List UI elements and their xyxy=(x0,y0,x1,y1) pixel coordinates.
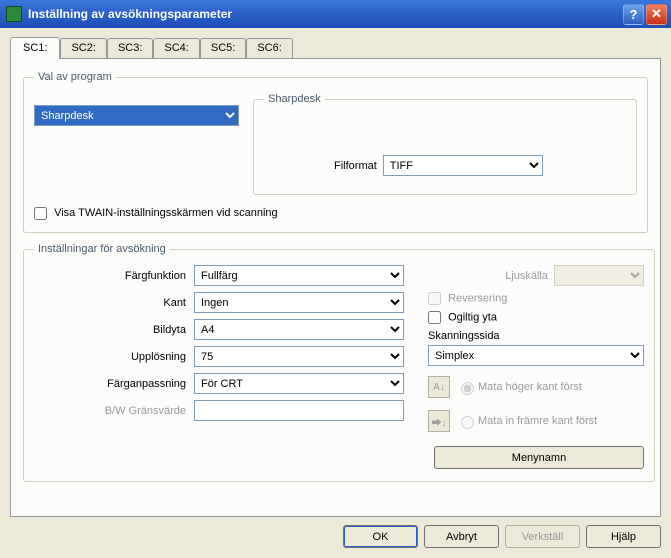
tab-strip: SC1: SC2: SC3: SC4: SC5: SC6: xyxy=(10,36,661,58)
twain-checkbox-label[interactable]: Visa TWAIN-inställningsskärmen vid scann… xyxy=(34,207,278,219)
edge-select[interactable]: Ingen xyxy=(194,292,404,313)
tab-sc4[interactable]: SC4: xyxy=(153,38,199,58)
bw-threshold-input xyxy=(194,400,404,421)
title-bar: Inställning av avsökningsparameter ? ✕ xyxy=(0,0,671,28)
resolution-label: Upplösning xyxy=(34,351,194,363)
scanpage-select[interactable]: Simplex xyxy=(428,345,644,366)
feed-right-label: Mata höger kant först xyxy=(478,381,582,393)
edge-label: Kant xyxy=(34,297,194,309)
area-label: Bildyta xyxy=(34,324,194,336)
reverse-checkbox xyxy=(428,292,441,305)
app-icon xyxy=(6,6,22,22)
tab-sc1[interactable]: SC1: xyxy=(10,37,60,59)
invalid-area-checkbox-label[interactable]: Ogiltig yta xyxy=(428,311,497,324)
apply-button: Verkställ xyxy=(505,525,580,548)
feed-front-radio xyxy=(461,416,474,429)
program-select[interactable]: Sharpdesk xyxy=(34,105,239,126)
tab-panel: Val av program Sharpdesk Sharpdesk Filfo… xyxy=(10,58,661,517)
scan-settings-legend: Inställningar för avsökning xyxy=(34,243,170,255)
area-select[interactable]: A4 xyxy=(194,319,404,340)
program-group: Val av program Sharpdesk Sharpdesk Filfo… xyxy=(23,71,648,233)
color-select[interactable]: Fullfärg xyxy=(194,265,404,286)
twain-checkbox[interactable] xyxy=(34,207,47,220)
colormatch-label: Färganpassning xyxy=(34,378,194,390)
help-button-bottom[interactable]: Hjälp xyxy=(586,525,661,548)
help-button[interactable]: ? xyxy=(623,4,644,25)
invalid-area-checkbox[interactable] xyxy=(428,311,441,324)
bw-threshold-label: B/W Gränsvärde xyxy=(34,405,194,417)
reverse-checkbox-label: Reversering xyxy=(428,292,507,305)
program-group-legend: Val av program xyxy=(34,71,116,83)
scanpage-label: Skanningssida xyxy=(428,330,644,342)
sharpdesk-group: Sharpdesk Filformat TIFF xyxy=(253,93,637,195)
dialog-buttons: OK Avbryt Verkställ Hjälp xyxy=(10,517,661,548)
colormatch-select[interactable]: För CRT xyxy=(194,373,404,394)
scan-settings-group: Inställningar för avsökning Färgfunktion… xyxy=(23,243,655,482)
tab-sc6[interactable]: SC6: xyxy=(246,38,292,58)
resolution-select[interactable]: 75 xyxy=(194,346,404,367)
tab-sc2[interactable]: SC2: xyxy=(60,38,106,58)
menuname-button[interactable]: Menynamn xyxy=(434,446,644,469)
lightsource-label: Ljuskälla xyxy=(428,270,554,282)
feed-front-label: Mata in främre kant först xyxy=(478,415,597,427)
color-label: Färgfunktion xyxy=(34,270,194,282)
fileformat-select[interactable]: TIFF xyxy=(383,155,543,176)
ok-button[interactable]: OK xyxy=(343,525,418,548)
tab-sc3[interactable]: SC3: xyxy=(107,38,153,58)
orientation-icon-a: A↓ xyxy=(428,376,450,398)
lightsource-select xyxy=(554,265,644,286)
feed-right-radio xyxy=(461,382,474,395)
sharpdesk-group-legend: Sharpdesk xyxy=(264,93,325,105)
window-title: Inställning av avsökningsparameter xyxy=(28,7,232,21)
close-button[interactable]: ✕ xyxy=(646,4,667,25)
fileformat-label: Filformat xyxy=(334,160,383,172)
orientation-icon-b: ⮕↓ xyxy=(428,410,450,432)
cancel-button[interactable]: Avbryt xyxy=(424,525,499,548)
tab-sc5[interactable]: SC5: xyxy=(200,38,246,58)
